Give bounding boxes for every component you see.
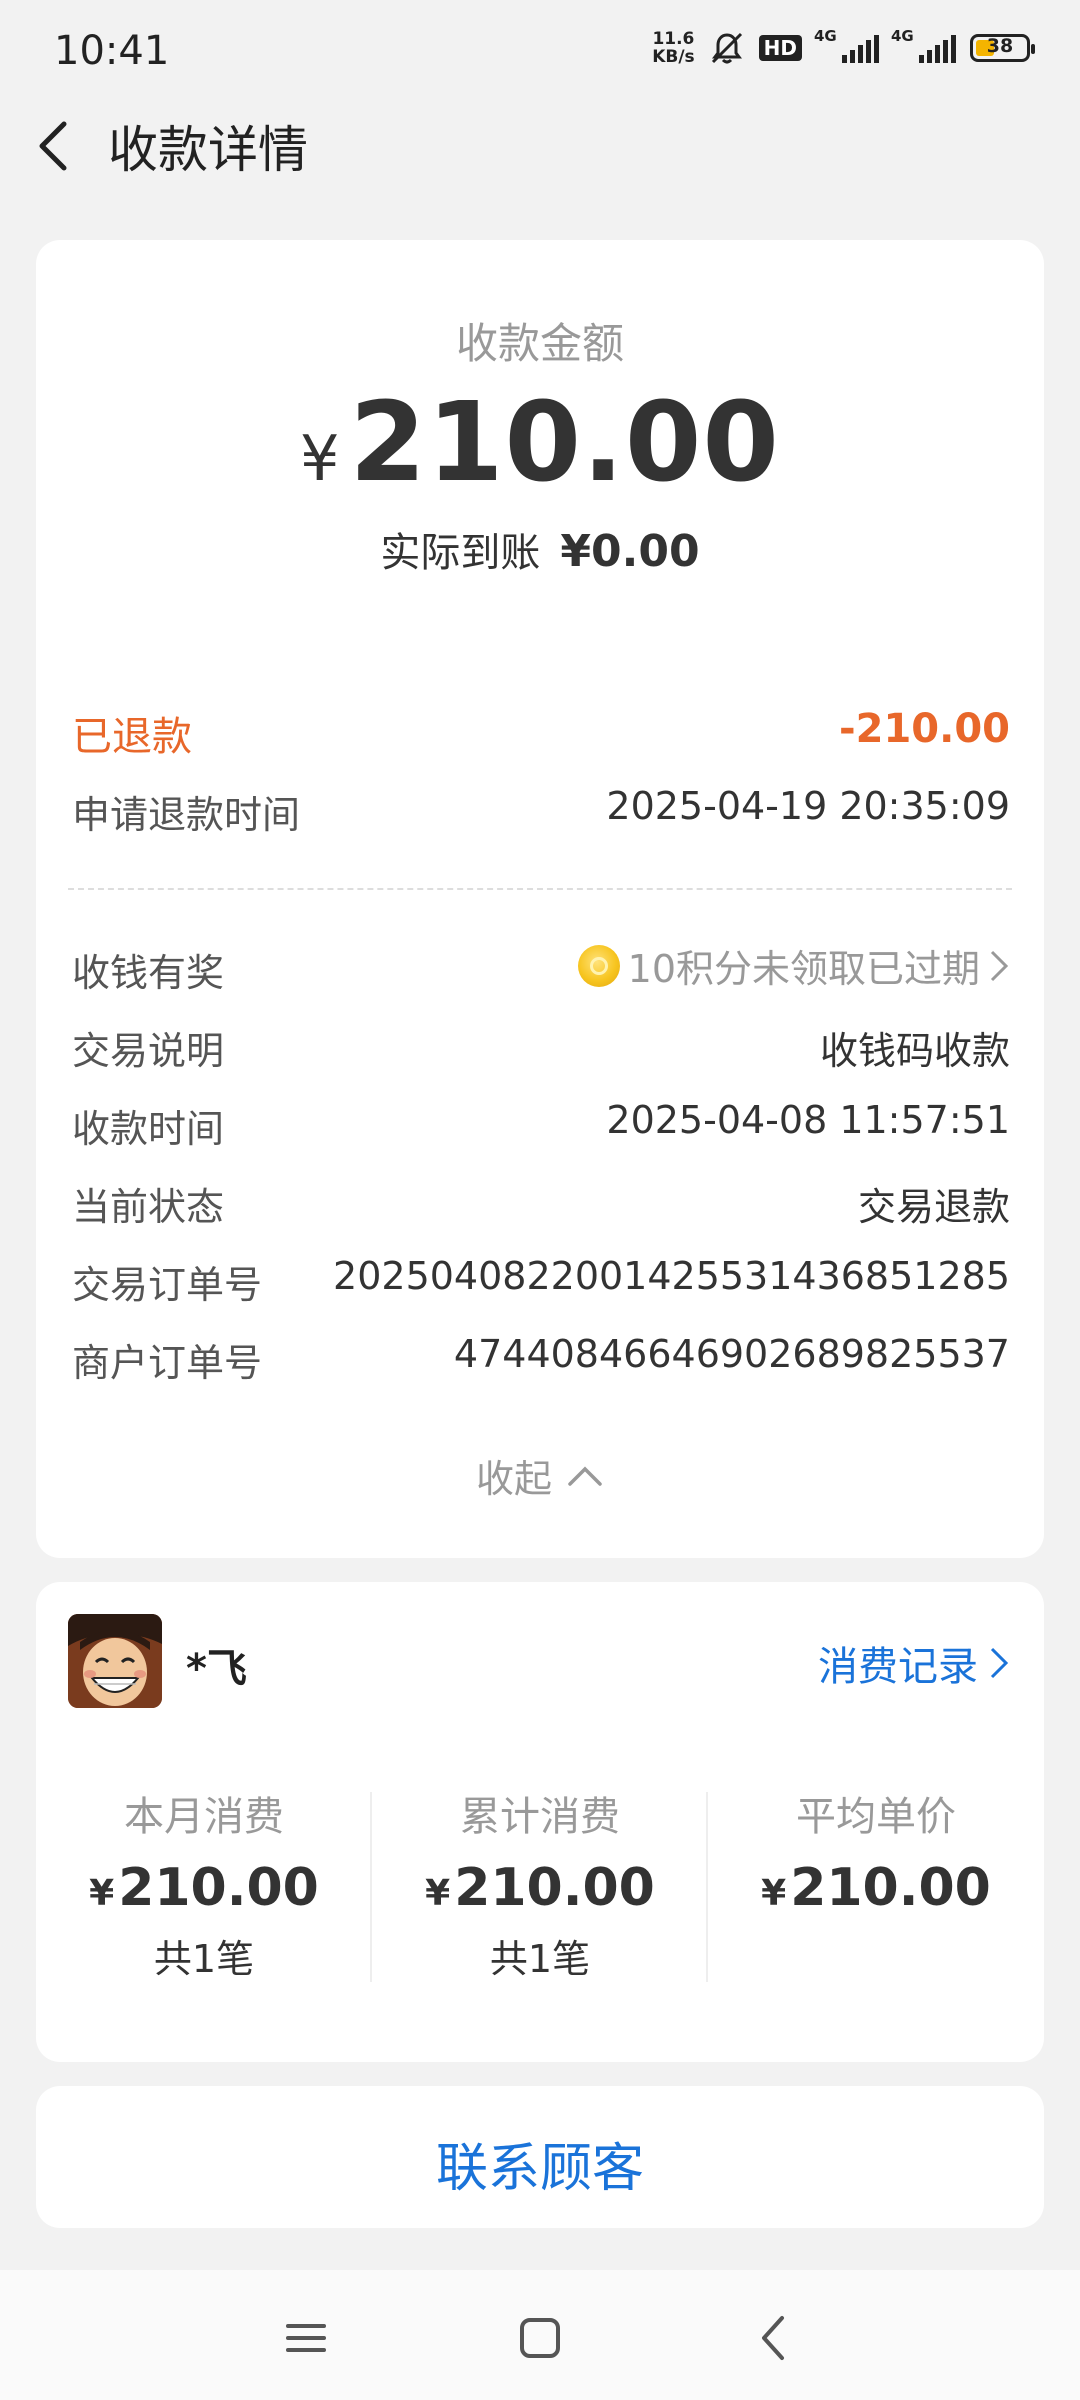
network-speed: 11.6 KB/s: [652, 29, 695, 67]
collapse-label: 收起: [475, 1457, 552, 1501]
status-time: 10:41: [54, 28, 170, 74]
stat-value: ¥210.00: [89, 1858, 319, 1918]
battery-icon: 38: [970, 34, 1035, 62]
desc-label: 交易说明: [72, 1029, 225, 1073]
state-label: 当前状态: [72, 1185, 225, 1229]
received-row: 实际到账 ¥0.00: [0, 520, 1080, 578]
desc-value: 收钱码收款: [819, 1029, 1010, 1073]
reward-value: 10积分未领取已过期: [627, 947, 980, 991]
collapse-button[interactable]: 收起: [0, 1448, 1080, 1503]
stat-month: 本月消费 ¥210.00 共1笔: [36, 1784, 372, 1983]
signal-icon: 4G: [891, 27, 956, 63]
chevron-right-icon: [990, 1647, 1009, 1679]
order-label: 交易订单号: [72, 1263, 263, 1307]
merchant-order-label: 商户订单号: [72, 1341, 263, 1385]
refund-time-label: 申请退款时间: [72, 793, 301, 837]
refund-status: 已退款: [72, 714, 192, 760]
status-icons: 11.6 KB/s HD 4G 4G 38: [652, 27, 1035, 67]
reward-link[interactable]: 10积分未领取已过期: [577, 938, 1010, 993]
dashed-divider: [68, 888, 1012, 890]
back-triangle-icon[interactable]: [744, 2308, 804, 2368]
chevron-right-icon: [990, 950, 1009, 981]
menu-icon[interactable]: [276, 2308, 336, 2368]
stat-label: 本月消费: [124, 1794, 284, 1840]
stat-value: ¥210.00: [425, 1858, 655, 1918]
chevron-up-icon: [568, 1466, 602, 1486]
home-square-icon[interactable]: [510, 2308, 570, 2368]
received-label: 实际到账: [380, 530, 541, 576]
state-value: 交易退款: [857, 1185, 1010, 1229]
pay-time-value: 2025-04-08 11:57:51: [606, 1098, 1010, 1142]
amount-display: ¥ 210.00: [0, 378, 1080, 506]
stat-count: 共1笔: [489, 1937, 591, 1981]
amount-value: 210.00: [349, 378, 780, 506]
amount-label: 收款金额: [455, 319, 624, 368]
signal-icon: 4G: [814, 27, 879, 63]
hd-badge: HD: [758, 35, 802, 61]
pay-time-label: 收款时间: [72, 1107, 225, 1151]
stat-count: 共1笔: [153, 1937, 255, 1981]
back-arrow-icon[interactable]: [30, 118, 80, 174]
refund-amount: -210.00: [839, 706, 1010, 752]
coin-icon: [577, 944, 620, 987]
stat-value: ¥210.00: [761, 1858, 991, 1918]
merchant-order-value: 47440846646902689825537: [453, 1332, 1010, 1376]
stat-average: 平均单价 ¥210.00: [708, 1784, 1044, 1918]
stat-total: 累计消费 ¥210.00 共1笔: [372, 1784, 708, 1983]
page-title: 收款详情: [108, 121, 308, 179]
reward-label: 收钱有奖: [72, 951, 225, 995]
currency-symbol: ¥: [300, 422, 340, 495]
customer-avatar: [68, 1614, 162, 1708]
stat-label: 平均单价: [796, 1794, 956, 1840]
received-value: ¥0.00: [560, 526, 700, 577]
customer-name: *飞: [186, 1646, 247, 1692]
contact-customer-label: 联系顾客: [435, 2139, 644, 2199]
mute-bell-icon: [711, 32, 742, 64]
order-value: 2025040822001425531436851285: [333, 1254, 1010, 1298]
consumption-records-link[interactable]: 消费记录: [818, 1634, 1010, 1692]
stat-label: 累计消费: [460, 1794, 620, 1840]
refund-time-value: 2025-04-19 20:35:09: [606, 784, 1010, 828]
records-label: 消费记录: [818, 1644, 978, 1690]
